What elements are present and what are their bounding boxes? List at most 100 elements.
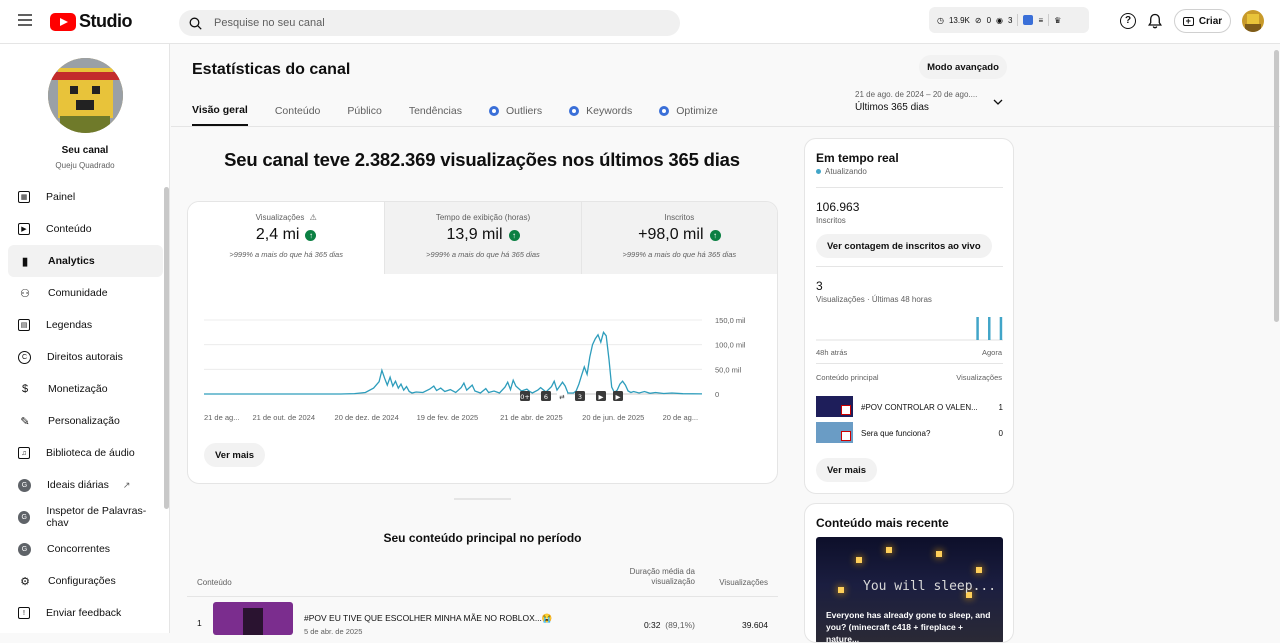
metric-tab[interactable]: Tempo de exibição (horas) 13,9 mil ↑ >999% … xyxy=(384,202,581,274)
ext-views-value: 13.9K xyxy=(948,15,970,25)
account-avatar[interactable] xyxy=(1242,10,1264,32)
content-icon: ▶ xyxy=(18,223,30,235)
sidebar-item-comunidade[interactable]: ⚇ Comunidade xyxy=(8,277,163,309)
metric-value: 2,4 mi ↑ xyxy=(188,226,384,244)
sidebar-item-label: Legendas xyxy=(46,319,93,331)
sidebar-item-label: Comunidade xyxy=(48,287,108,299)
video-views: 39.604 xyxy=(742,620,768,630)
recent-video-thumbnail[interactable]: You will sleep... Everyone has already g… xyxy=(816,537,1003,642)
tab-conte-do[interactable]: Conteúdo xyxy=(275,104,321,126)
section-divider xyxy=(454,498,511,500)
sidebar-item-label: Personalização xyxy=(48,415,120,427)
live-subscriber-count-button[interactable]: Ver contagem de inscritos ao vivo xyxy=(816,234,992,258)
page-scrollbar[interactable] xyxy=(1274,50,1279,322)
x-tick-label: 21 de ag... xyxy=(204,413,239,422)
analytics-tabs: Visão geral Conteúdo Público Tendências Outl… xyxy=(192,104,745,126)
col-duration[interactable]: Duração média da visualização xyxy=(607,567,695,587)
metric-value: 13,9 mil ↑ xyxy=(385,226,580,244)
divider xyxy=(816,266,1003,267)
sidebar-item-direitos-autorais[interactable]: C Direitos autorais xyxy=(8,341,163,373)
studio-logo[interactable]: Studio xyxy=(50,11,133,32)
sidebar-item-inspetor-de-palavras-chav[interactable]: G Inspetor de Palavras-chav xyxy=(8,501,163,533)
sidebar-item-monetiza-o[interactable]: $ Monetização xyxy=(8,373,163,405)
annotation-marker: ▶ xyxy=(613,391,623,401)
video-thumbnail[interactable] xyxy=(213,602,293,635)
sidebar-item-conte-do[interactable]: ▶ Conteúdo xyxy=(8,213,163,245)
channel-name: Queju Quadrado xyxy=(55,161,115,170)
svg-text:3: 3 xyxy=(578,393,582,401)
date-range-selector[interactable]: 21 de ago. de 2024 – 20 de ago.... Últim… xyxy=(855,90,1005,113)
x-tick-label: 19 de fev. de 2025 xyxy=(417,413,479,422)
sidebar-item-label: Ideais diárias xyxy=(47,479,109,491)
sidebar-scrollbar[interactable] xyxy=(164,187,169,509)
external-link-icon[interactable]: ↗ xyxy=(123,480,131,491)
col-views[interactable]: Visualizações xyxy=(707,578,768,587)
trophy-icon[interactable]: ♛ xyxy=(1054,16,1061,25)
tab-p-blico[interactable]: Público xyxy=(347,104,381,126)
realtime-card: Em tempo real Atualizando 106.963 Inscri… xyxy=(804,138,1014,494)
sidebar-item-configura-es[interactable]: ⚙ Configurações xyxy=(8,565,163,597)
table-row[interactable]: 1 #POV EU TIVE QUE ESCOLHER MINHA MÃE NO… xyxy=(187,600,778,636)
list-icon[interactable]: ≡ xyxy=(1038,16,1043,25)
see-more-button[interactable]: Ver mais xyxy=(816,458,878,482)
tab-label: Tendências xyxy=(408,105,462,117)
tab-tend-ncias[interactable]: Tendências xyxy=(409,104,462,126)
sidebar-item-label: Configurações xyxy=(48,575,116,587)
realtime-status: Atualizando xyxy=(816,167,867,176)
extension-icon[interactable] xyxy=(1023,15,1034,25)
sidebar-item-personaliza-o[interactable]: ✎ Personalização xyxy=(8,405,163,437)
divider xyxy=(816,363,1003,364)
see-more-button[interactable]: Ver mais xyxy=(204,443,266,467)
sidebar-item-enviar-feedback[interactable]: ! Enviar feedback xyxy=(8,597,163,629)
metric-tab[interactable]: Visualizações ⚠ 2,4 mi ↑ >999% a mais do qu… xyxy=(188,202,385,274)
sidebar-item-painel[interactable]: ▦ Painel xyxy=(8,181,163,213)
page-title: Estatísticas do canal xyxy=(192,61,351,78)
series-line xyxy=(204,330,703,395)
main-content: Estatísticas do canal Modo avançado Visã… xyxy=(171,44,1280,643)
metric-comparison: >999% a mais do que há 365 dias xyxy=(622,250,737,259)
sidebar-item-concorrentes[interactable]: G Concorrentes xyxy=(8,533,163,565)
y-tick-label: 100,0 mil xyxy=(715,341,746,350)
video-thumbnail[interactable] xyxy=(816,422,853,443)
channel-avatar[interactable] xyxy=(48,58,123,133)
annotation-marker: 0+ xyxy=(520,391,530,401)
item-title: #POV CONTROLAR O VALEN... xyxy=(861,403,978,412)
annotation-marker: ▶ xyxy=(596,391,606,401)
chevron-down-icon[interactable] xyxy=(993,98,1003,109)
video-date: 5 de abr. de 2025 xyxy=(304,627,363,636)
x-tick-label: 20 de ag... xyxy=(663,413,698,422)
sidebar-item-biblioteca-de-udio[interactable]: ♫ Biblioteca de áudio xyxy=(8,437,163,469)
overview-card: Visualizações ⚠ 2,4 mi ↑ >999% a mais do qu… xyxy=(187,201,778,484)
search-bar[interactable] xyxy=(179,10,680,36)
tab-outliers[interactable]: Outliers xyxy=(488,104,542,126)
advanced-mode-button[interactable]: Modo avançado xyxy=(919,55,1007,79)
recent-video-title[interactable]: Everyone has already gone to sleep, and … xyxy=(826,609,998,642)
video-title[interactable]: #POV EU TIVE QUE ESCOLHER MINHA MÃE NO R… xyxy=(304,613,552,624)
svg-text:▶: ▶ xyxy=(599,393,604,401)
menu-icon[interactable] xyxy=(18,14,32,26)
arrow-up-icon: ↑ xyxy=(305,229,317,241)
create-button[interactable]: + Criar xyxy=(1174,9,1231,33)
list-item[interactable]: #POV CONTROLAR O VALEN... 1 xyxy=(816,396,1003,418)
bell-icon[interactable] xyxy=(1147,13,1163,29)
tab-vis-o-geral[interactable]: Visão geral xyxy=(192,104,248,126)
warning-icon[interactable]: ⚠ xyxy=(307,213,317,222)
sidebar-item-ideais-di-rias[interactable]: G Ideais diárias ↗ xyxy=(8,469,163,501)
list-item[interactable]: Sera que funciona? 0 xyxy=(816,422,1003,444)
ext-b-value: 3 xyxy=(1008,15,1013,25)
sidebar-item-legendas[interactable]: ▤ Legendas xyxy=(8,309,163,341)
sidebar-item-label: Concorrentes xyxy=(47,543,111,555)
video-thumbnail[interactable] xyxy=(816,396,853,417)
top-content-title: Seu conteúdo principal no período xyxy=(383,531,582,545)
sidebar-item-analytics[interactable]: ▮ Analytics xyxy=(8,245,163,277)
help-icon[interactable]: ? xyxy=(1120,13,1136,29)
eye-icon: ◉ xyxy=(996,15,1004,25)
views-col-label: Visualizações xyxy=(956,373,1002,382)
extension-stats-pill[interactable]: ◷ 13.9K ⊘ 0 ◉ 3 ≡ ♛ xyxy=(929,7,1089,33)
top-content-table-header: Conteúdo Duração média da visualização V… xyxy=(187,564,778,597)
metric-tab[interactable]: Inscritos +98,0 mil ↑ >999% a mais do que h… xyxy=(580,202,777,274)
realtime-title: Em tempo real xyxy=(816,151,899,165)
tab-optimize[interactable]: Optimize xyxy=(659,104,718,126)
search-input[interactable] xyxy=(214,17,654,29)
tab-keywords[interactable]: Keywords xyxy=(569,104,632,126)
